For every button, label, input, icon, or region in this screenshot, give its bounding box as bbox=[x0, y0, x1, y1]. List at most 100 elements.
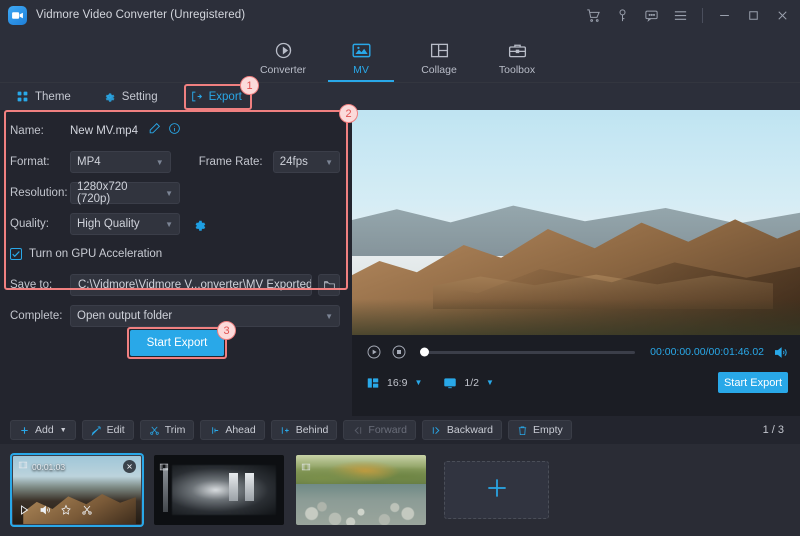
theme-icon bbox=[16, 90, 29, 103]
edit-pencil-icon[interactable] bbox=[148, 122, 161, 140]
chevron-down-icon: ▼ bbox=[60, 427, 67, 434]
backward-button-label: Backward bbox=[447, 424, 493, 436]
forward-button[interactable]: Forward bbox=[343, 420, 416, 440]
gpu-acceleration-row: Turn on GPU Acceleration bbox=[10, 244, 340, 264]
thumbnail-item-1[interactable]: 00:01:03 bbox=[12, 455, 142, 525]
minimize-icon[interactable] bbox=[717, 8, 732, 23]
cart-icon[interactable] bbox=[586, 8, 601, 23]
annotation-badge-3: 3 bbox=[217, 321, 236, 340]
quality-label: Quality: bbox=[10, 218, 70, 230]
format-value: MP4 bbox=[77, 156, 101, 168]
trim-button-label: Trim bbox=[165, 424, 186, 436]
play-button[interactable] bbox=[366, 344, 382, 360]
collage-icon bbox=[429, 39, 450, 61]
film-strip-icon bbox=[18, 460, 28, 473]
open-folder-button[interactable] bbox=[318, 274, 340, 296]
aspect-ratio-chevron-down-icon[interactable]: ▼ bbox=[414, 378, 422, 387]
behind-button[interactable]: Behind bbox=[271, 420, 338, 440]
key-icon[interactable] bbox=[615, 8, 630, 23]
resolution-select[interactable]: 1280x720 (720p) ▼ bbox=[70, 182, 180, 204]
quality-row: Quality: High Quality ▼ bbox=[10, 213, 340, 235]
volume-icon[interactable] bbox=[773, 345, 788, 360]
thumbnail-1-duration: 00:01:03 bbox=[32, 462, 65, 472]
titlebar-icon-group bbox=[586, 8, 792, 23]
seek-slider[interactable] bbox=[422, 351, 635, 354]
frame-rate-value: 24fps bbox=[280, 156, 308, 168]
tab-collage-label: Collage bbox=[421, 64, 457, 76]
thumbnail-item-2[interactable] bbox=[154, 455, 284, 525]
gpu-acceleration-label: Turn on GPU Acceleration bbox=[29, 248, 162, 260]
save-to-label: Save to: bbox=[10, 279, 70, 291]
empty-button[interactable]: Empty bbox=[508, 420, 572, 440]
tab-export-label: Export bbox=[209, 91, 242, 103]
add-clip-tile[interactable] bbox=[444, 461, 549, 519]
main-content: Name: New MV.mp4 Format: MP4 ▼ Frame Rat… bbox=[0, 110, 800, 416]
app-logo-icon bbox=[8, 6, 27, 25]
export-settings-panel: Name: New MV.mp4 Format: MP4 ▼ Frame Rat… bbox=[0, 110, 352, 416]
chevron-down-icon: ▼ bbox=[150, 158, 164, 167]
clip-thumbnail-strip: 00:01:03 bbox=[0, 444, 800, 536]
frame-rate-label: Frame Rate: bbox=[199, 156, 273, 168]
tab-mv[interactable]: MV bbox=[322, 30, 400, 82]
advanced-settings-gear-icon[interactable] bbox=[192, 217, 207, 232]
tab-theme[interactable]: Theme bbox=[0, 83, 87, 111]
edit-button[interactable]: Edit bbox=[82, 420, 134, 440]
add-button[interactable]: Add ▼ bbox=[10, 420, 76, 440]
complete-row: Complete: Open output folder ▼ bbox=[10, 305, 340, 327]
start-export-container: Start Export bbox=[130, 330, 224, 356]
close-icon[interactable] bbox=[775, 8, 790, 23]
thumbnail-item-3[interactable] bbox=[296, 455, 426, 525]
gpu-acceleration-checkbox[interactable] bbox=[10, 248, 22, 260]
main-navigation: Converter MV Collage Toolbox bbox=[0, 30, 800, 82]
feedback-icon[interactable] bbox=[644, 8, 659, 23]
info-icon[interactable] bbox=[168, 122, 181, 140]
preview-foreground bbox=[352, 299, 800, 335]
complete-select[interactable]: Open output folder ▼ bbox=[70, 305, 340, 327]
video-preview[interactable] bbox=[352, 110, 800, 335]
complete-value: Open output folder bbox=[77, 310, 172, 322]
add-button-label: Add bbox=[35, 424, 54, 436]
title-bar: Vidmore Video Converter (Unregistered) bbox=[0, 0, 800, 30]
tab-setting[interactable]: Setting bbox=[87, 83, 174, 111]
format-select[interactable]: MP4 ▼ bbox=[70, 151, 171, 173]
tab-collage[interactable]: Collage bbox=[400, 30, 478, 82]
thumbnail-1-remove-icon[interactable] bbox=[123, 460, 136, 473]
menu-icon[interactable] bbox=[673, 8, 688, 23]
tab-toolbox[interactable]: Toolbox bbox=[478, 30, 556, 82]
maximize-icon[interactable] bbox=[746, 8, 761, 23]
start-export-button[interactable]: Start Export bbox=[130, 330, 224, 356]
save-to-input[interactable]: C:\Vidmore\Vidmore V...onverter\MV Expor… bbox=[70, 274, 312, 296]
forward-button-label: Forward bbox=[368, 424, 407, 436]
setting-gear-icon bbox=[103, 90, 116, 103]
start-export-button-preview[interactable]: Start Export bbox=[718, 372, 788, 393]
quality-value: High Quality bbox=[77, 218, 140, 230]
player-controls: 00:00:00.00/00:01:46.02 16:9 ▼ 1/2 ▼ Sta… bbox=[352, 335, 800, 416]
screen-scale-icon bbox=[443, 376, 457, 390]
ahead-button[interactable]: Ahead bbox=[200, 420, 264, 440]
tab-mv-label: MV bbox=[353, 64, 369, 76]
plus-icon bbox=[484, 475, 510, 506]
quality-select[interactable]: High Quality ▼ bbox=[70, 213, 180, 235]
page-indicator: 1 / 3 bbox=[763, 424, 790, 436]
time-display: 00:00:00.00/00:01:46.02 bbox=[650, 346, 764, 358]
mv-icon bbox=[351, 39, 372, 61]
frame-rate-select[interactable]: 24fps ▼ bbox=[273, 151, 340, 173]
trim-button[interactable]: Trim bbox=[140, 420, 195, 440]
name-value: New MV.mp4 bbox=[70, 125, 138, 137]
tab-converter[interactable]: Converter bbox=[244, 30, 322, 82]
resolution-row: Resolution: 1280x720 (720p) ▼ bbox=[10, 182, 340, 204]
titlebar-divider bbox=[702, 8, 703, 23]
backward-button[interactable]: Backward bbox=[422, 420, 502, 440]
clip-toolbar: Add ▼ Edit Trim Ahead Behind Forward Bac… bbox=[0, 416, 800, 444]
aspect-ratio-value: 16:9 bbox=[387, 377, 407, 389]
export-icon bbox=[190, 90, 203, 103]
screen-scale-value: 1/2 bbox=[464, 377, 479, 389]
screen-scale-chevron-down-icon[interactable]: ▼ bbox=[486, 378, 494, 387]
stop-button[interactable] bbox=[391, 344, 407, 360]
format-label: Format: bbox=[10, 156, 70, 168]
sub-tab-bar: Theme Setting Export bbox=[0, 82, 800, 110]
edit-button-label: Edit bbox=[107, 424, 125, 436]
converter-icon bbox=[273, 39, 294, 61]
seek-handle[interactable] bbox=[420, 348, 429, 357]
chevron-down-icon: ▼ bbox=[159, 220, 173, 229]
